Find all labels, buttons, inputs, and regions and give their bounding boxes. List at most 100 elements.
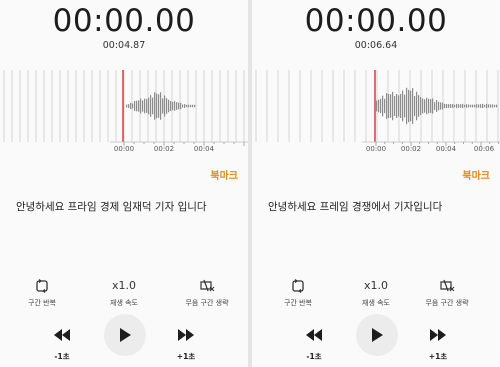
forward-label: +1초 <box>428 352 448 361</box>
playback-speed-button[interactable]: x1.0 재생 속도 <box>94 278 154 308</box>
rewind-icon <box>42 326 82 345</box>
waveform[interactable]: 00:00 00:02 00:04 <box>0 70 248 160</box>
repeat-section-button[interactable]: 구간 반복 <box>12 278 72 308</box>
skip-silence-label: 무음 구간 생략 <box>185 299 229 307</box>
forward-button[interactable]: +1초 <box>166 326 206 362</box>
timer: 00:00.00 <box>304 3 448 39</box>
waveform-bar <box>376 100 378 112</box>
skip-silence-button[interactable]: 무음 구간 생략 <box>177 278 237 308</box>
repeat-label: 구간 반복 <box>28 299 56 307</box>
waveform-bar <box>192 104 194 108</box>
waveform-bar <box>474 104 476 108</box>
repeat-icon <box>268 278 328 294</box>
forward-label: +1초 <box>176 352 196 361</box>
elapsed-time: 00:06.64 <box>354 40 398 51</box>
waveform-bar <box>174 101 176 111</box>
forward-icon <box>418 326 458 345</box>
waveform-bar <box>412 88 414 124</box>
waveform-bar <box>154 92 156 120</box>
waveform-bar <box>432 98 434 114</box>
tick-label: 00:04 <box>436 145 457 153</box>
waveform-bar <box>188 104 190 108</box>
waveform-bar <box>130 102 132 110</box>
speed-value: x1.0 <box>363 279 388 292</box>
waveform-bar <box>476 104 478 108</box>
bookmark-button[interactable]: 북마크 <box>210 167 238 182</box>
rewind-label: -1초 <box>306 352 322 361</box>
waveform-bar <box>392 91 394 121</box>
waveform-bar <box>484 104 486 108</box>
rewind-button[interactable]: -1초 <box>42 326 82 362</box>
waveform-bar <box>480 104 482 108</box>
waveform-bar <box>158 94 160 118</box>
skip-silence-label: 무음 구간 생략 <box>425 299 469 307</box>
waveform-bar <box>466 104 468 108</box>
tick-label: 00:00 <box>114 145 134 153</box>
waveform-bar <box>378 99 380 113</box>
waveform-bar <box>420 97 422 115</box>
transcript-text: 안녕하세요 프레임 경쟁에서 기자입니다 <box>268 201 443 213</box>
speed-value: x1.0 <box>111 279 136 292</box>
waveform-bar <box>388 93 390 119</box>
waveform-bar <box>132 103 134 109</box>
skip-silence-button[interactable]: 무음 구간 생략 <box>417 278 477 308</box>
waveform-bar <box>468 104 470 108</box>
rewind-icon <box>294 326 334 345</box>
waveform-bar <box>402 90 404 122</box>
waveform-bar <box>438 101 440 111</box>
waveform-bar <box>482 103 484 109</box>
repeat-icon <box>12 278 72 294</box>
tick-label: 00:02 <box>154 145 174 153</box>
speed-label: 재생 속도 <box>362 299 390 307</box>
waveform-bar <box>164 95 166 117</box>
waveform-bar <box>452 104 454 108</box>
repeat-section-button[interactable]: 구간 반복 <box>268 278 328 308</box>
skip-silence-icon <box>417 278 477 294</box>
play-icon <box>120 328 131 342</box>
waveform-bar <box>418 95 420 117</box>
waveform-bar <box>472 104 474 108</box>
waveform-bar <box>448 104 450 108</box>
waveform-bar <box>404 94 406 118</box>
waveform-bar <box>444 103 446 109</box>
tick-label: 00:02 <box>401 145 421 153</box>
bookmark-button[interactable]: 북마크 <box>462 167 490 182</box>
waveform-bar <box>176 102 178 110</box>
waveform-bar <box>186 104 188 108</box>
play-icon <box>372 328 383 342</box>
skip-silence-icon <box>177 278 237 294</box>
waveform-bar <box>400 93 402 119</box>
waveform-bar <box>426 97 428 115</box>
waveform-bar <box>410 90 412 122</box>
waveform-bar <box>408 89 410 123</box>
waveform-bar <box>440 102 442 110</box>
tick-label: 00:04 <box>194 145 215 153</box>
play-button[interactable] <box>104 314 146 356</box>
waveform-bar <box>488 104 490 108</box>
timer: 00:00.00 <box>52 3 196 39</box>
waveform-bar <box>428 98 430 114</box>
waveform-bar <box>442 102 444 110</box>
waveform-bar <box>478 104 480 108</box>
waveform-bar <box>396 94 398 118</box>
forward-button[interactable]: +1초 <box>418 326 458 362</box>
waveform-bar <box>398 95 400 117</box>
elapsed-time: 00:04.87 <box>102 40 146 51</box>
waveform-bar <box>416 91 418 121</box>
waveform-bar <box>496 104 498 108</box>
rewind-button[interactable]: -1초 <box>294 326 334 362</box>
waveform-bar <box>470 104 472 108</box>
transcript-text: 안녕하세요 프라임 경제 임재덕 기자 입니다 <box>16 201 207 213</box>
waveform-bar <box>424 99 426 113</box>
recorder-panel-right: 00:00.00 00:06.64 00:00 00:02 00:04 00:0… <box>252 0 500 367</box>
play-button[interactable] <box>356 314 398 356</box>
waveform[interactable]: 00:00 00:02 00:04 00:06 <box>252 70 500 160</box>
playback-speed-button[interactable]: x1.0 재생 속도 <box>346 278 406 308</box>
waveform-bar <box>160 92 162 120</box>
waveform-bar <box>138 100 140 112</box>
waveform-bar <box>464 104 466 108</box>
waveform-bar <box>168 99 170 113</box>
waveform-bar <box>446 104 448 108</box>
waveform-bar <box>182 104 184 108</box>
waveform-bar <box>436 100 438 112</box>
